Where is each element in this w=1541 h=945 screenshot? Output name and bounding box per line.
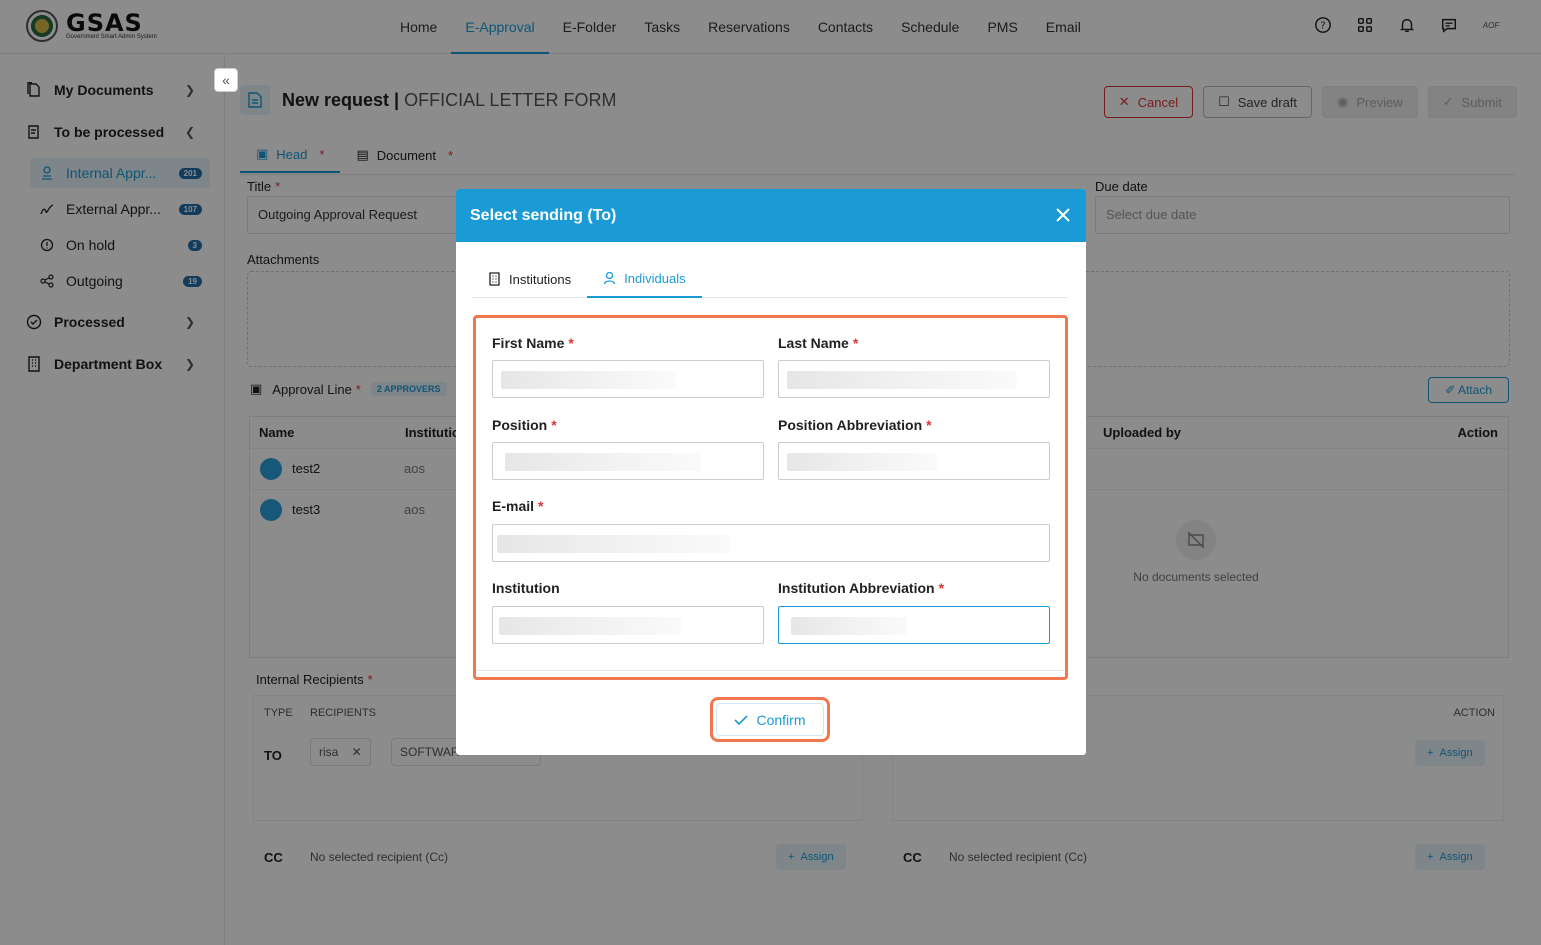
position-abbreviation-input[interactable]	[778, 442, 1050, 480]
position-label: Position *	[492, 417, 557, 433]
building-icon	[489, 272, 500, 286]
institution-abbreviation-label: Institution Abbreviation *	[778, 580, 945, 596]
email-label: E-mail *	[492, 498, 544, 514]
check-icon	[734, 714, 749, 725]
first-name-label: First Name *	[492, 335, 574, 351]
institution-abbreviation-input[interactable]	[778, 606, 1050, 644]
position-input[interactable]	[492, 442, 764, 480]
select-sending-modal: Select sending (To) Institutions Individ…	[456, 189, 1086, 755]
close-icon[interactable]	[1054, 206, 1072, 224]
institution-label: Institution	[492, 580, 560, 596]
confirm-button[interactable]: Confirm	[716, 703, 824, 736]
institution-input[interactable]	[492, 606, 764, 644]
last-name-label: Last Name *	[778, 335, 859, 351]
collapse-sidebar-button[interactable]: «	[214, 68, 238, 92]
first-name-input[interactable]	[492, 360, 764, 398]
tab-individuals[interactable]: Individuals	[587, 260, 702, 298]
modal-title: Select sending (To)	[470, 206, 617, 224]
user-icon	[604, 271, 616, 285]
confirm-highlight: Confirm	[710, 697, 830, 742]
modal-header: Select sending (To)	[456, 189, 1086, 242]
email-input[interactable]	[492, 524, 1050, 562]
last-name-input[interactable]	[778, 360, 1050, 398]
individual-form: First Name * Last Name * Position * Positio…	[473, 315, 1068, 680]
tab-institutions[interactable]: Institutions	[472, 260, 587, 298]
position-abbreviation-label: Position Abbreviation *	[778, 417, 932, 433]
